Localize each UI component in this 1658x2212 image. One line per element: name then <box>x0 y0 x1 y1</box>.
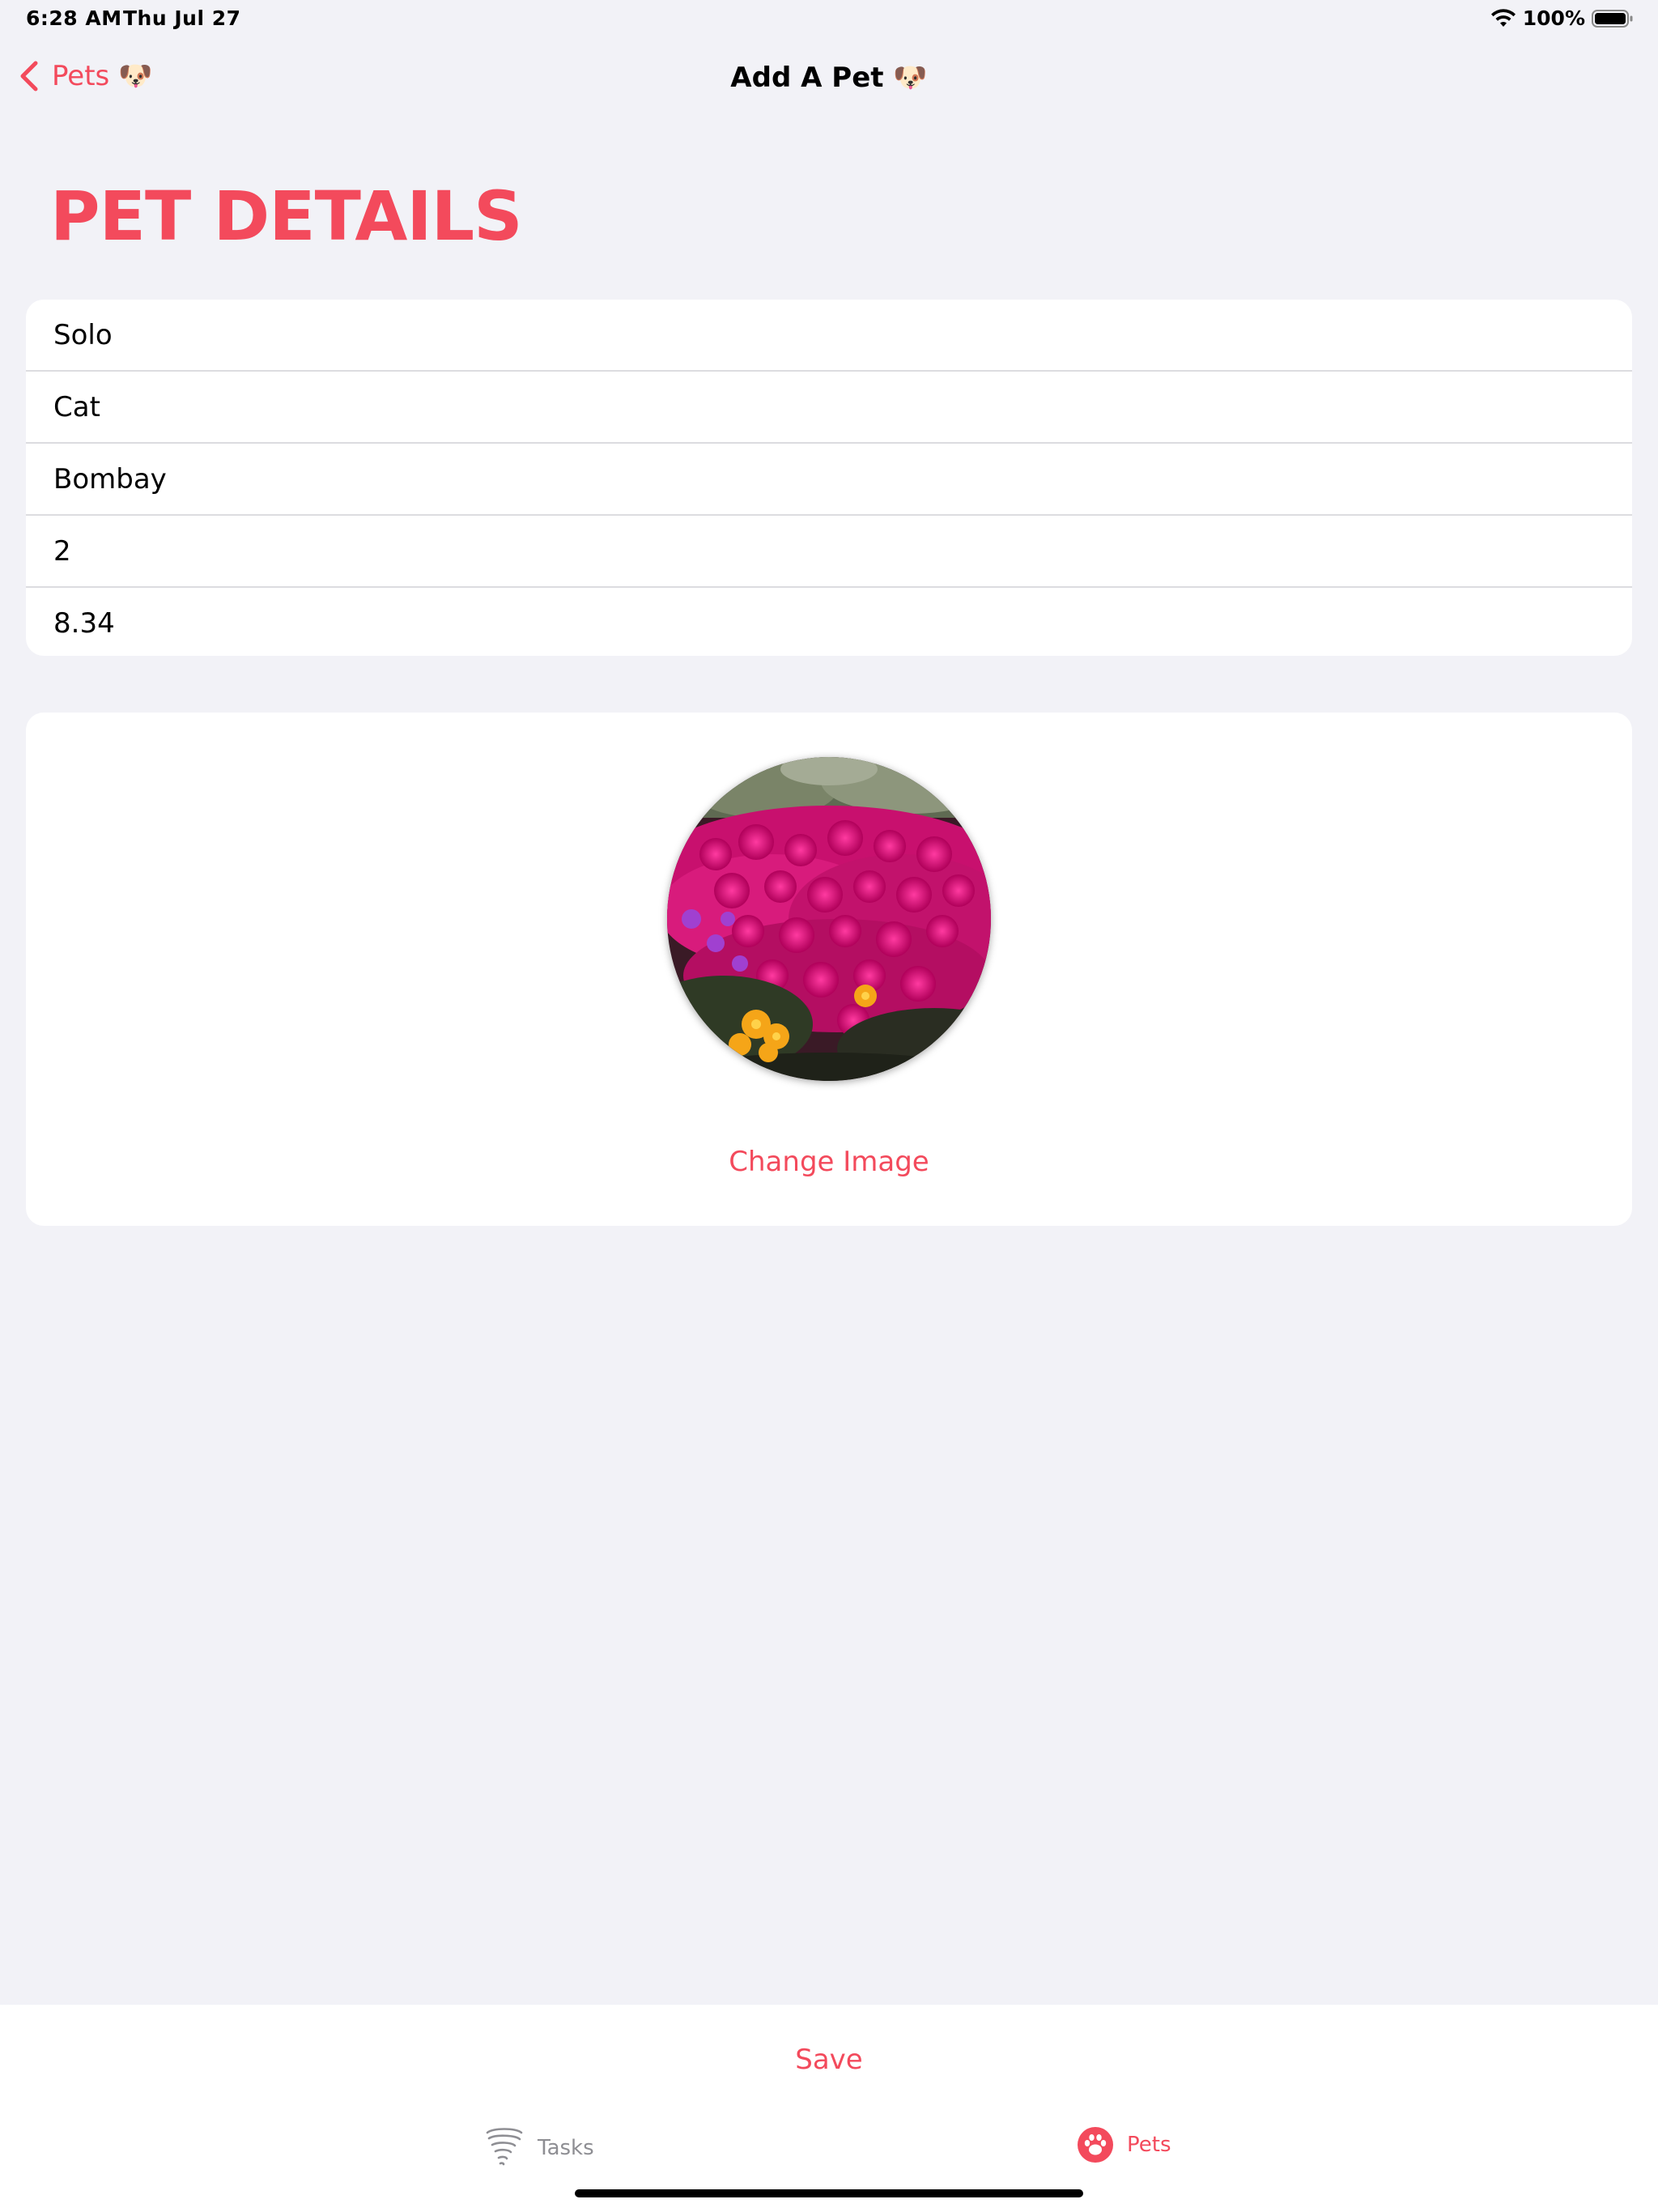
pet-age-field[interactable] <box>52 534 1593 568</box>
section-heading: PET DETAILS <box>50 177 523 256</box>
home-indicator <box>575 2189 1083 2197</box>
form-row-species <box>26 372 1632 444</box>
form-row-breed <box>26 444 1632 516</box>
change-image-button[interactable]: Change Image <box>26 1146 1632 1178</box>
status-time: 6:28 AM <box>26 6 122 30</box>
status-indicators: 100% <box>1490 6 1634 30</box>
bottom-bar: Save Tasks Pets <box>0 2005 1658 2212</box>
battery-percentage: 100% <box>1522 6 1585 30</box>
battery-icon <box>1592 9 1633 28</box>
pet-photo <box>667 757 991 1081</box>
navigation-bar: Pets 🐶 Add A Pet 🐶 <box>0 49 1658 113</box>
tab-tasks[interactable]: Tasks <box>484 2126 594 2170</box>
tab-tasks-label: Tasks <box>538 2136 594 2160</box>
form-row-weight <box>26 588 1632 656</box>
tab-pets[interactable]: Pets <box>1077 2126 1171 2163</box>
wifi-icon <box>1490 8 1516 27</box>
pet-weight-field[interactable] <box>52 606 1593 640</box>
pet-details-form <box>26 300 1632 656</box>
paw-icon <box>1078 2127 1113 2163</box>
pet-name-field[interactable] <box>52 317 1593 352</box>
form-row-age <box>26 516 1632 588</box>
page-title: Add A Pet 🐶 <box>730 62 928 94</box>
pet-species-field[interactable] <box>52 389 1593 424</box>
tornado-icon <box>486 2128 523 2166</box>
save-button[interactable]: Save <box>0 2044 1658 2076</box>
status-date: Thu Jul 27 <box>123 6 241 30</box>
status-bar: 6:28 AM Thu Jul 27 100% <box>0 0 1658 39</box>
form-row-name <box>26 300 1632 372</box>
pet-breed-field[interactable] <box>52 462 1593 496</box>
pet-image-card: Change Image <box>26 713 1632 1226</box>
tab-pets-label: Pets <box>1127 2133 1171 2157</box>
